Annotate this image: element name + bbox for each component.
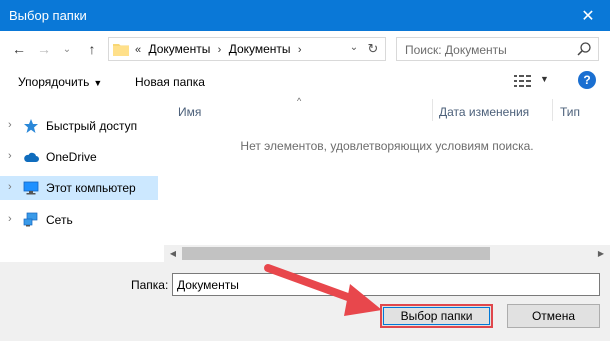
cancel-button[interactable]: Отмена [507, 304, 600, 328]
window-title: Выбор папки [9, 8, 87, 23]
sidebar-item-label: Этот компьютер [46, 181, 136, 195]
address-bar[interactable]: « Документы › Документы › ⌄ ↻ [108, 37, 386, 61]
help-icon: ? [583, 73, 591, 87]
column-divider[interactable] [552, 99, 553, 121]
sidebar-item-onedrive[interactable]: › OneDrive [0, 145, 158, 169]
chevron-right-icon[interactable]: › [8, 213, 12, 225]
back-arrow-icon: ← [12, 41, 26, 57]
title-bar: Выбор папки ✕ [0, 0, 610, 31]
sidebar-item-label: Быстрый доступ [46, 119, 138, 133]
navigation-bar: ← → ⌄ ↑ « Документы › Документы › ⌄ ↻ По… [0, 31, 610, 67]
search-input[interactable]: Поиск: Документы [405, 43, 507, 57]
sidebar-item-label: Сеть [46, 213, 73, 227]
breadcrumb-item[interactable]: Документы [148, 42, 210, 56]
column-header-row: ^ Имя Дата изменения Тип [164, 96, 610, 122]
forward-arrow-icon: → [37, 41, 51, 57]
organize-label: Упорядочить [18, 75, 90, 89]
sidebar-item-network[interactable]: › Сеть [0, 208, 158, 232]
new-folder-button[interactable]: Новая папка [135, 75, 205, 89]
column-header-type[interactable]: Тип [560, 105, 580, 119]
refresh-icon: ↻ [367, 41, 379, 56]
sidebar-item-this-pc[interactable]: › Этот компьютер [0, 176, 158, 200]
help-button[interactable]: ? [578, 71, 596, 89]
scroll-left-icon[interactable]: ◀ [166, 247, 180, 260]
star-icon [24, 119, 38, 133]
chevron-down-icon: ⌄ [62, 43, 72, 55]
close-icon: ✕ [581, 7, 595, 25]
view-caret-icon[interactable]: ▼ [540, 74, 549, 84]
breadcrumb-separator[interactable]: › [218, 44, 222, 56]
network-icon [23, 212, 38, 227]
chevron-down-icon: ⌄ [349, 42, 359, 53]
back-button[interactable]: ← [10, 40, 28, 58]
up-arrow-icon: ↑ [88, 41, 96, 57]
chevron-right-icon[interactable]: › [8, 181, 12, 193]
scrollbar-thumb[interactable] [182, 247, 490, 260]
computer-icon [23, 181, 39, 195]
cloud-icon [24, 152, 39, 162]
navigation-pane: › Быстрый доступ › OneDrive › Этот компь… [0, 96, 164, 262]
refresh-button[interactable]: ↻ [365, 41, 381, 57]
column-header-name[interactable]: Имя [178, 105, 201, 119]
folder-name-value: Документы [177, 278, 239, 292]
up-button[interactable]: ↑ [83, 40, 101, 58]
forward-button[interactable]: → [35, 40, 53, 58]
breadcrumb-overflow[interactable]: « [135, 44, 141, 56]
column-header-date[interactable]: Дата изменения [439, 105, 529, 119]
close-button[interactable]: ✕ [566, 0, 610, 31]
search-box[interactable]: Поиск: Документы [396, 37, 599, 61]
sidebar-item-quick-access[interactable]: › Быстрый доступ [0, 114, 158, 138]
column-divider[interactable] [432, 99, 433, 121]
sort-indicator-icon: ^ [297, 96, 302, 106]
breadcrumb-item[interactable]: Документы [229, 42, 291, 56]
search-icon [577, 42, 591, 56]
scroll-right-icon[interactable]: ▶ [594, 247, 608, 260]
command-bar: Упорядочить ▼ Новая папка ▼ ? [0, 67, 610, 96]
file-list: ^ Имя Дата изменения Тип Нет элементов, … [164, 96, 610, 262]
address-dropdown-button[interactable]: ⌄ [347, 42, 361, 53]
folder-icon [113, 44, 129, 56]
caret-down-icon: ▼ [93, 78, 103, 88]
recent-locations-button[interactable]: ⌄ [58, 40, 76, 58]
select-folder-button[interactable]: Выбор папки [380, 304, 493, 328]
dialog-footer: Папка: Документы Выбор папки Отмена [0, 262, 610, 341]
empty-message: Нет элементов, удовлетворяющих условиям … [240, 139, 534, 153]
organize-button[interactable]: Упорядочить ▼ [18, 75, 102, 89]
breadcrumb: « Документы › Документы › [135, 42, 306, 56]
breadcrumb-separator[interactable]: › [298, 44, 302, 56]
sidebar-item-label: OneDrive [46, 150, 97, 164]
folder-name-input[interactable]: Документы [172, 273, 600, 296]
chevron-right-icon[interactable]: › [8, 150, 12, 162]
folder-label: Папка: [131, 278, 169, 292]
chevron-right-icon[interactable]: › [8, 119, 12, 131]
horizontal-scrollbar[interactable]: ◀ ▶ [164, 245, 610, 262]
view-options-icon[interactable] [514, 74, 532, 88]
